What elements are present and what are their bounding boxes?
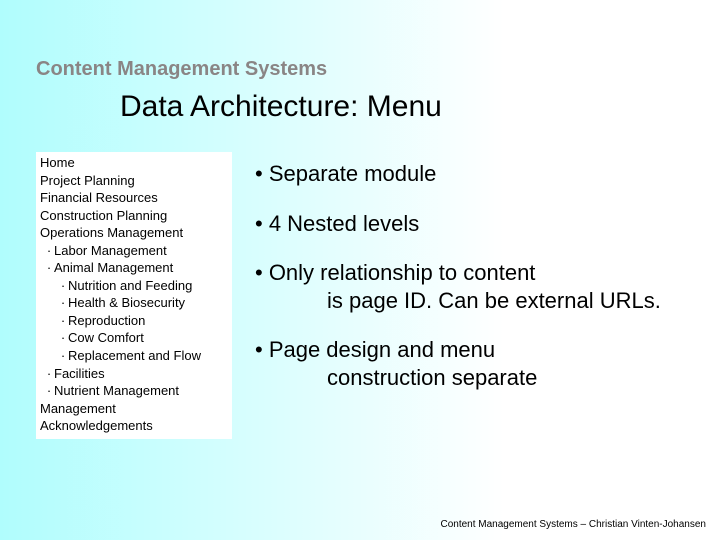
menu-item: Project Planning [40, 172, 228, 190]
slide: Content Management Systems Data Architec… [0, 0, 720, 540]
bullet-text: • 4 Nested levels [255, 211, 419, 236]
menu-item: Construction Planning [40, 207, 228, 225]
menu-item: Financial Resources [40, 189, 228, 207]
menu-item: Facilities [40, 365, 228, 383]
slide-footer: Content Management Systems – Christian V… [440, 519, 706, 530]
bullet-list: • Separate module • 4 Nested levels • On… [255, 160, 690, 413]
menu-item: Acknowledgements [40, 417, 228, 435]
menu-item: Health & Biosecurity [40, 294, 228, 312]
bullet-text-cont: construction separate [255, 364, 690, 392]
menu-item: Nutrient Management [40, 382, 228, 400]
menu-item: Nutrition and Feeding [40, 277, 228, 295]
bullet-text: • Only relationship to content [255, 260, 535, 285]
menu-item: Animal Management [40, 259, 228, 277]
bullet-text: • Separate module [255, 161, 436, 186]
bullet-text: • Page design and menu [255, 337, 495, 362]
menu-item: Home [40, 154, 228, 172]
menu-item: Replacement and Flow [40, 347, 228, 365]
menu-example: Home Project Planning Financial Resource… [36, 152, 232, 439]
menu-item: Cow Comfort [40, 329, 228, 347]
menu-item: Reproduction [40, 312, 228, 330]
bullet-item: • Page design and menu construction sepa… [255, 336, 690, 391]
menu-item: Operations Management [40, 224, 228, 242]
bullet-item: • Only relationship to content is page I… [255, 259, 690, 314]
menu-item: Management [40, 400, 228, 418]
bullet-text-cont: is page ID. Can be external URLs. [255, 287, 690, 315]
slide-header: Content Management Systems [36, 58, 327, 81]
bullet-item: • 4 Nested levels [255, 210, 690, 238]
bullet-item: • Separate module [255, 160, 690, 188]
menu-item: Labor Management [40, 242, 228, 260]
slide-title: Data Architecture: Menu [120, 90, 442, 124]
